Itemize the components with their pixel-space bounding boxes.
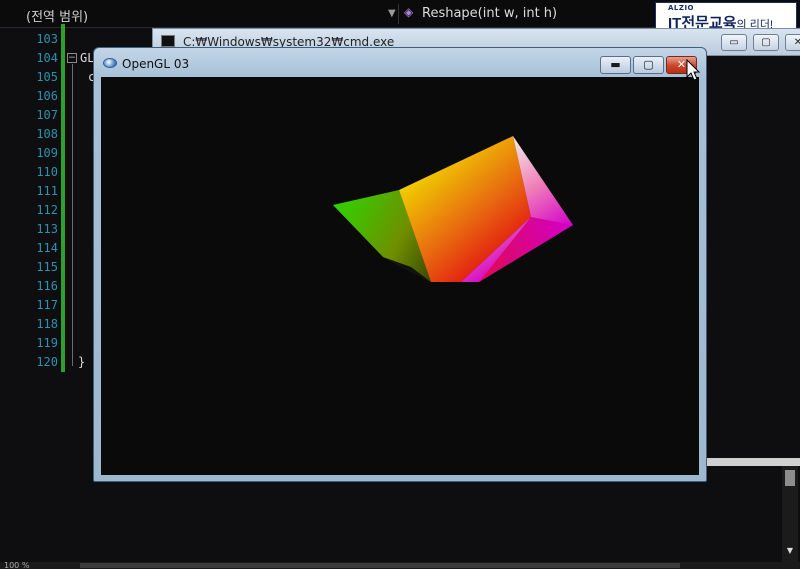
- app-icon: [103, 58, 117, 68]
- minimize-button[interactable]: ▬: [600, 56, 631, 74]
- line-number: 113: [36, 222, 58, 236]
- mouse-cursor-icon: [686, 59, 701, 81]
- ad-brand: ALZIO: [668, 4, 695, 12]
- divider: [398, 4, 399, 24]
- chevron-down-icon[interactable]: ▼: [388, 8, 396, 19]
- line-number: 104: [36, 51, 58, 65]
- console-app-icon: [161, 35, 175, 47]
- collapse-icon[interactable]: −: [67, 53, 77, 63]
- console-scroll-thumb[interactable]: [785, 470, 795, 486]
- minimize-button[interactable]: ▭: [721, 34, 747, 51]
- close-button[interactable]: ✕: [785, 34, 800, 51]
- code-text[interactable]: }: [78, 355, 85, 369]
- line-number: 105: [36, 70, 58, 84]
- line-number: 118: [36, 317, 58, 331]
- horizontal-scroll-thumb[interactable]: [80, 563, 680, 568]
- line-number: 107: [36, 108, 58, 122]
- line-number: 103: [36, 32, 58, 46]
- line-number-gutter: 103 104 105 106 107 108 109 110 111 112 …: [0, 30, 62, 375]
- member-dropdown[interactable]: Reshape(int w, int h): [422, 6, 557, 21]
- line-number: 111: [36, 184, 58, 198]
- maximize-button[interactable]: ▢: [753, 34, 779, 51]
- outline-guide: [72, 64, 73, 366]
- line-number: 117: [36, 298, 58, 312]
- change-indicator-bar: [61, 24, 65, 372]
- opengl-render-canvas[interactable]: [101, 77, 699, 475]
- line-number: 109: [36, 146, 58, 160]
- line-number: 119: [36, 336, 58, 350]
- line-number: 106: [36, 89, 58, 103]
- line-number: 120: [36, 355, 58, 369]
- opengl-window[interactable]: OpenGL 03 ▬ ▢ ✕: [93, 47, 707, 482]
- scope-dropdown[interactable]: (전역 범위): [26, 6, 88, 25]
- line-number: 114: [36, 241, 58, 255]
- line-number: 108: [36, 127, 58, 141]
- maximize-button[interactable]: ▢: [633, 56, 664, 74]
- line-number: 115: [36, 260, 58, 274]
- line-number: 116: [36, 279, 58, 293]
- window-titlebar[interactable]: OpenGL 03 ▬ ▢ ✕: [94, 48, 706, 76]
- console-window-edge: [706, 458, 800, 466]
- line-number: 112: [36, 203, 58, 217]
- method-icon: ◈: [404, 5, 414, 19]
- scroll-down-icon[interactable]: ▼: [783, 546, 797, 558]
- zoom-level[interactable]: 100 %: [4, 562, 29, 569]
- line-number: 110: [36, 165, 58, 179]
- window-title: OpenGL 03: [122, 57, 190, 71]
- rendered-surface: [333, 136, 573, 282]
